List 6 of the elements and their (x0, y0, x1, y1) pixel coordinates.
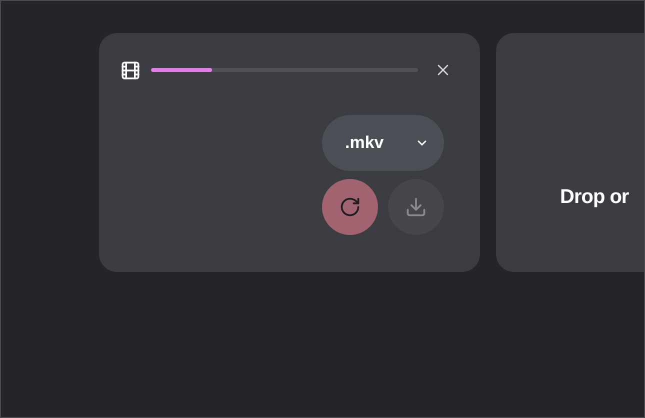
drop-text: Drop or (560, 186, 629, 208)
drop-zone[interactable]: Drop or (496, 33, 644, 272)
film-icon (120, 60, 141, 80)
format-dropdown[interactable]: .mkv (322, 115, 444, 171)
refresh-icon (339, 196, 361, 218)
download-icon (405, 196, 427, 218)
